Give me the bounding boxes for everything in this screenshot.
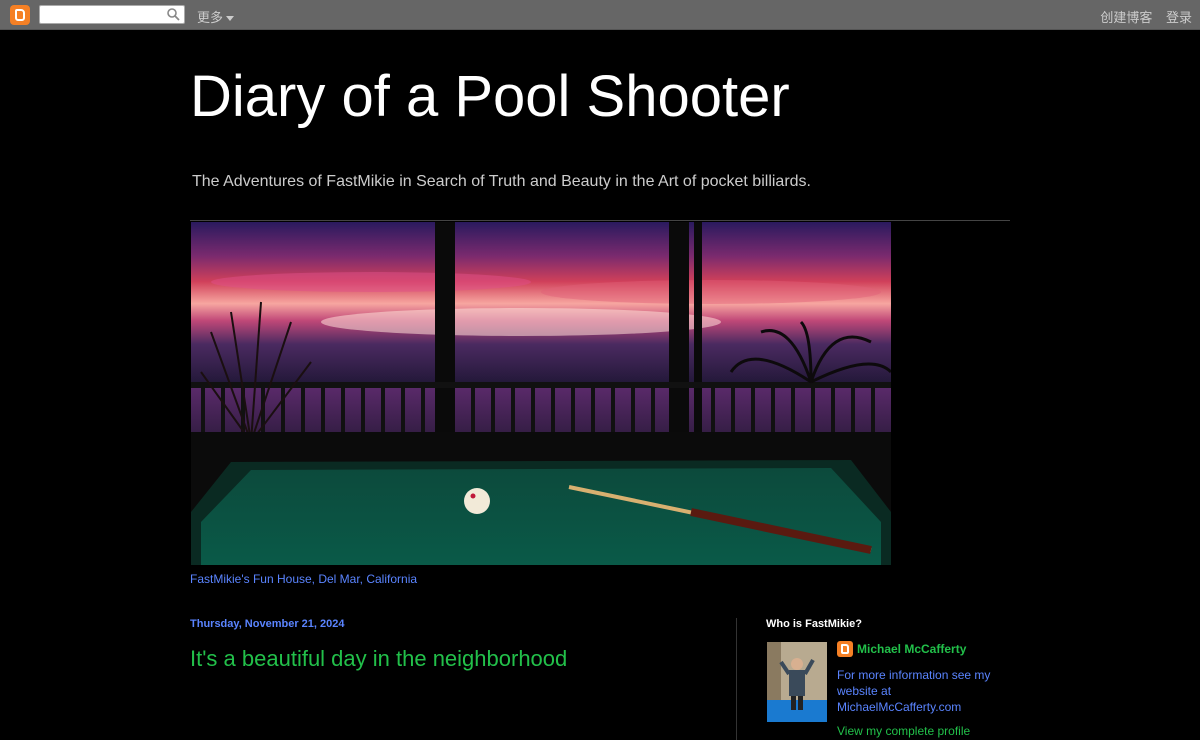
blog-title[interactable]: Diary of a Pool Shooter bbox=[190, 63, 790, 130]
post-title-link[interactable]: It's a beautiful day in the neighborhood bbox=[190, 646, 567, 672]
search-input[interactable] bbox=[39, 5, 185, 24]
blogger-logo-icon[interactable] bbox=[10, 5, 30, 25]
create-blog-link[interactable]: 创建博客 bbox=[1100, 10, 1152, 25]
view-profile-link[interactable]: View my complete profile bbox=[837, 724, 970, 738]
header-image-caption: FastMikie's Fun House, Del Mar, Californ… bbox=[190, 572, 418, 586]
sidebar-divider bbox=[736, 618, 737, 740]
chevron-down-icon bbox=[226, 16, 235, 22]
header-image bbox=[191, 222, 891, 565]
header-divider bbox=[190, 220, 1010, 221]
blog-description: The Adventures of FastMikie in Search of… bbox=[192, 173, 811, 190]
blogger-navbar: 更多 创建博客 登录 bbox=[0, 0, 1200, 30]
login-link[interactable]: 登录 bbox=[1166, 10, 1192, 25]
profile-photo[interactable] bbox=[767, 642, 827, 722]
profile-name-link[interactable]: Michael McCafferty bbox=[857, 642, 966, 656]
post-date: Thursday, November 21, 2024 bbox=[190, 618, 345, 630]
blogger-profile-icon bbox=[837, 641, 853, 657]
sidebar-heading: Who is FastMikie? bbox=[766, 618, 862, 630]
profile-about-link[interactable]: For more information see my website at M… bbox=[837, 667, 1007, 715]
more-label: 更多 bbox=[197, 10, 224, 25]
search-icon[interactable] bbox=[167, 8, 180, 21]
more-menu[interactable]: 更多 bbox=[197, 7, 235, 26]
